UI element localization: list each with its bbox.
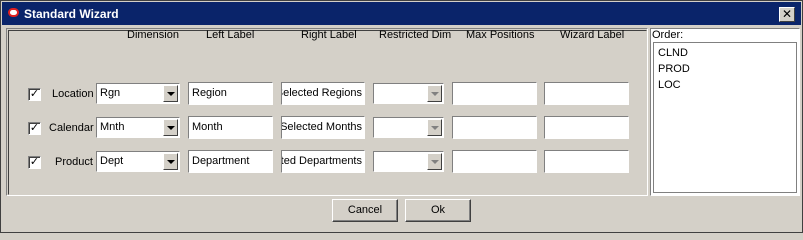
oracle-logo-icon [8,8,19,17]
header-left-label: Left Label [206,29,255,41]
location-max-positions-input[interactable] [452,82,537,105]
header-dimension: Dimension [127,29,179,41]
product-restricted-dim-select[interactable] [373,151,444,172]
location-restricted-dim-select[interactable] [373,83,444,104]
cancel-button[interactable]: Cancel [332,199,398,222]
product-label: Product [55,156,93,168]
location-restricted-dim-dropdown-button[interactable] [427,85,442,102]
calendar-restricted-dim-dropdown-button[interactable] [427,119,442,136]
chevron-down-icon [431,126,439,130]
location-dimension-select[interactable]: Rgn [96,83,180,104]
product-dimension-value: Dept [100,155,124,167]
product-wizard-label-input[interactable] [544,150,629,173]
calendar-checkbox[interactable]: ✓ [28,122,41,135]
header-max-positions: Max Positions [466,29,535,41]
product-restricted-dim-dropdown-button[interactable] [427,153,442,170]
close-button[interactable]: ✕ [779,7,795,22]
order-item-clnd[interactable]: CLND [658,47,688,59]
product-right-label-input[interactable]: ted Departments [281,150,365,173]
calendar-dimension-value: Mnth [100,121,125,133]
order-list[interactable]: CLND PROD LOC [653,42,797,193]
calendar-label: Calendar [49,122,94,134]
product-dimension-select[interactable]: Dept [96,151,180,172]
chevron-down-icon [431,160,439,164]
product-dimension-dropdown-button[interactable] [163,153,178,170]
chevron-down-icon [431,92,439,96]
product-checkbox[interactable]: ✓ [28,156,41,169]
calendar-right-label-input[interactable]: Selected Months [281,116,365,139]
location-dimension-dropdown-button[interactable] [163,85,178,102]
location-dimension-value: Rgn [100,87,121,99]
chevron-down-icon [167,92,175,96]
location-checkbox[interactable]: ✓ [28,88,41,101]
product-left-label-input[interactable]: Department [188,150,273,173]
calendar-restricted-dim-select[interactable] [373,117,444,138]
chevron-down-icon [167,126,175,130]
product-max-positions-input[interactable] [452,150,537,173]
window-title: Standard Wizard [24,7,119,21]
calendar-dimension-dropdown-button[interactable] [163,119,178,136]
ok-button[interactable]: Ok [405,199,471,222]
calendar-max-positions-input[interactable] [452,116,537,139]
header-wizard-label: Wizard Label [560,29,625,41]
order-item-prod[interactable]: PROD [658,63,690,75]
standard-wizard-window: Standard Wizard ✕ Dimension Left Label R… [0,0,803,233]
order-panel: Order: CLND PROD LOC [650,28,800,196]
order-label: Order: [652,29,684,41]
title-bar[interactable]: Standard Wizard ✕ [2,2,801,25]
header-right-label: Right Label [301,29,357,41]
order-item-loc[interactable]: LOC [658,79,681,91]
calendar-wizard-label-input[interactable] [544,116,629,139]
calendar-left-label-input[interactable]: Month [188,116,273,139]
calendar-dimension-select[interactable]: Mnth [96,117,180,138]
header-restricted-dim: Restricted Dim [379,29,452,41]
location-left-label-input[interactable]: Region [188,82,273,105]
location-wizard-label-input[interactable] [544,82,629,105]
location-right-label-input[interactable]: Selected Regions [281,82,365,105]
location-label: Location [52,88,94,100]
chevron-down-icon [167,160,175,164]
